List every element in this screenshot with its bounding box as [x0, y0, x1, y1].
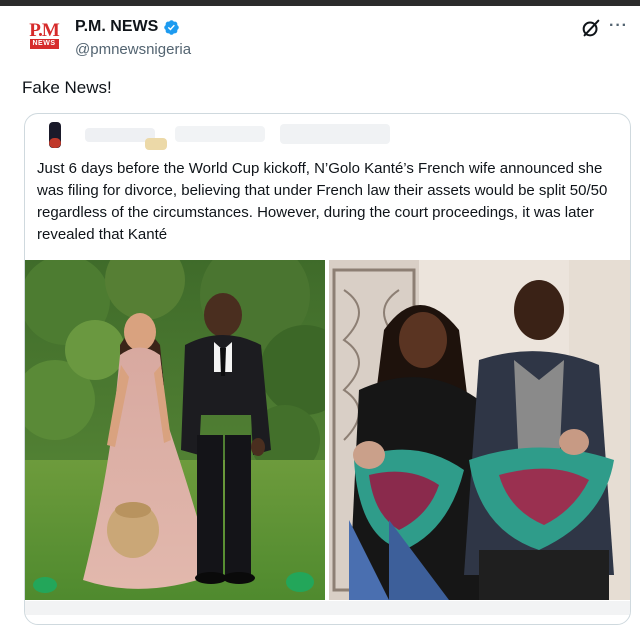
author-name-row: P.M. NEWS: [75, 18, 180, 36]
author-handle[interactable]: @pmnewsnigeria: [75, 41, 191, 58]
quoted-post-text: Just 6 days before the World Cup kickoff…: [37, 160, 608, 243]
display-name[interactable]: P.M. NEWS: [75, 18, 158, 36]
more-options-icon[interactable]: ···: [609, 17, 628, 35]
grok-icon[interactable]: [580, 17, 602, 39]
avatar-logo-subtext: NEWS: [29, 39, 59, 49]
quoted-post-media[interactable]: [25, 260, 630, 615]
avatar[interactable]: P.M NEWS: [24, 20, 64, 49]
blurred-author-info: [35, 120, 395, 150]
avatar-logo-text: P.M: [29, 20, 60, 41]
tweet-text: Fake News!: [22, 78, 112, 97]
quoted-post[interactable]: Just 6 days before the World Cup kickoff…: [24, 113, 631, 625]
verified-badge-icon: [164, 19, 180, 35]
couple-photo[interactable]: [25, 260, 325, 600]
family-photo[interactable]: [329, 260, 630, 600]
top-edge-bar: [0, 0, 640, 6]
